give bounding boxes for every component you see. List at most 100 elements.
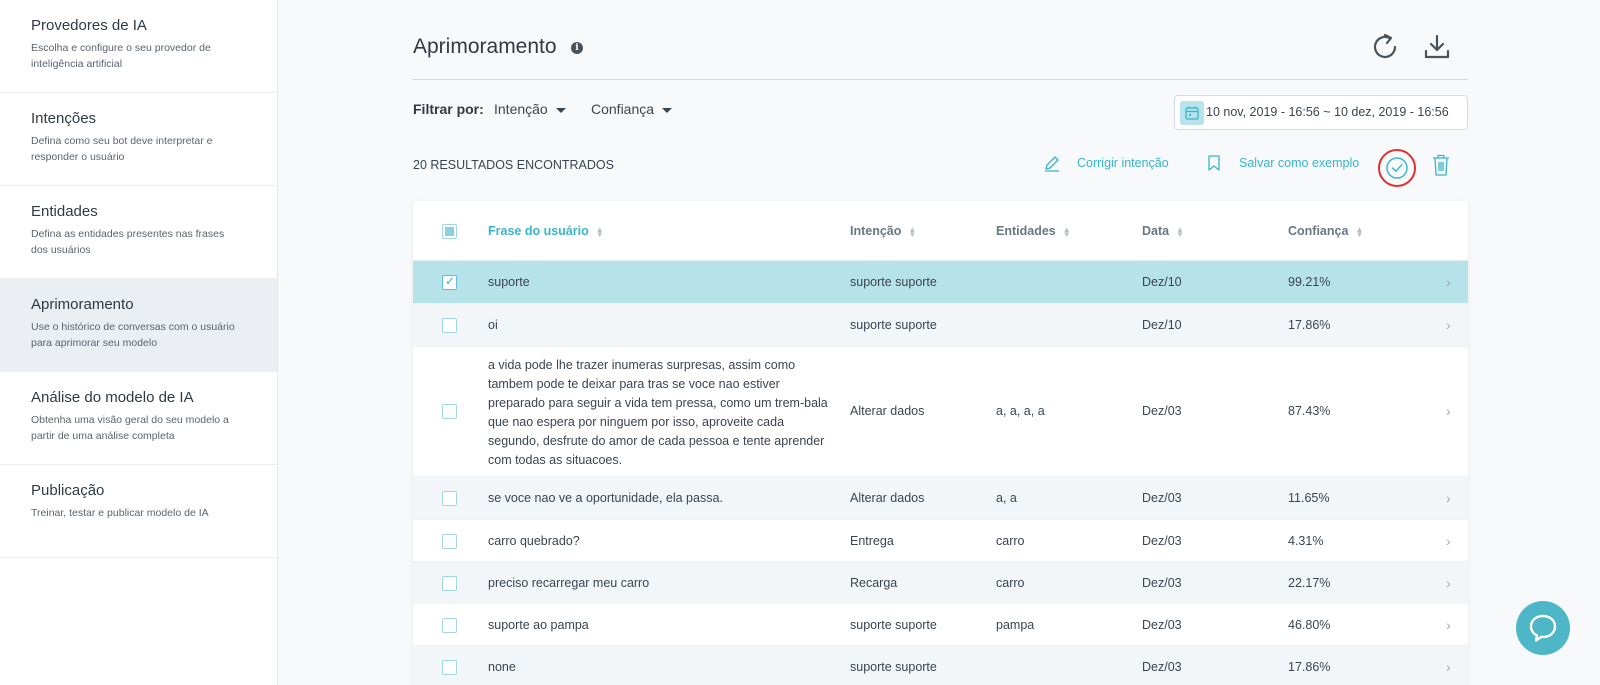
- row-confidence: 17.86%: [1288, 660, 1331, 674]
- row-intent: Recarga: [850, 576, 898, 590]
- table-row[interactable]: carro quebrado? Entrega carro Dez/03 4.3…: [413, 520, 1468, 562]
- table-row[interactable]: a vida pode lhe trazer inumeras surpresa…: [413, 347, 1468, 477]
- sort-icon: ▲ ▼: [595, 224, 604, 239]
- row-date: Dez/10: [1142, 275, 1182, 289]
- row-intent: Entrega: [850, 534, 894, 548]
- table-row[interactable]: se voce nao ve a oportunidade, ela passa…: [413, 477, 1468, 520]
- table-row[interactable]: suporte ao pampa suporte suporte pampa D…: [413, 604, 1468, 646]
- row-date: Dez/03: [1142, 660, 1182, 674]
- sort-icon: ▲ ▼: [908, 224, 917, 239]
- filter-label: Filtrar por:: [413, 101, 484, 117]
- chevron-right-icon[interactable]: ›: [1446, 575, 1451, 591]
- column-header-intent[interactable]: Intenção ▲ ▼: [850, 224, 917, 239]
- download-icon[interactable]: [1422, 32, 1452, 62]
- bookmark-icon[interactable]: [1204, 153, 1224, 173]
- chevron-right-icon[interactable]: ›: [1446, 617, 1451, 633]
- column-header-confidence[interactable]: Confiança ▲ ▼: [1288, 224, 1364, 239]
- chat-bubble-icon: [1529, 614, 1557, 642]
- save-example-button[interactable]: Salvar como exemplo: [1239, 156, 1359, 170]
- row-checkbox[interactable]: [442, 274, 457, 290]
- info-icon[interactable]: i: [571, 42, 583, 54]
- sidebar-item-title: Publicação: [31, 482, 105, 499]
- row-confidence: 99.21%: [1288, 275, 1331, 289]
- row-checkbox[interactable]: [442, 618, 457, 633]
- column-header-label: Confiança: [1288, 224, 1349, 238]
- row-phrase: suporte: [488, 275, 530, 289]
- page-header: Aprimoramento i: [413, 32, 1468, 80]
- sidebar-item-analise[interactable]: Análise do modelo de IA Obtenha uma visã…: [0, 372, 277, 465]
- column-header-phrase[interactable]: Frase do usuário ▲ ▼: [488, 224, 604, 239]
- chevron-right-icon[interactable]: ›: [1446, 490, 1451, 506]
- sidebar-item-entidades[interactable]: Entidades Defina as entidades presentes …: [0, 186, 277, 279]
- intent-filter-dropdown[interactable]: Intenção: [494, 101, 566, 117]
- chevron-right-icon[interactable]: ›: [1446, 659, 1451, 675]
- sidebar-item-desc: Defina as entidades presentes nas frases…: [31, 228, 225, 256]
- sidebar-item-provedores[interactable]: Provedores de IA Escolha e configure o s…: [0, 0, 277, 93]
- row-checkbox[interactable]: [442, 318, 457, 333]
- pencil-icon[interactable]: [1042, 153, 1062, 173]
- sidebar-item-desc: Use o histórico de conversas com o usuár…: [31, 321, 235, 349]
- check-circle-icon: [1386, 157, 1408, 179]
- trash-icon[interactable]: [1430, 153, 1452, 177]
- sidebar-item-aprimoramento[interactable]: Aprimoramento Use o histórico de convers…: [0, 279, 277, 372]
- results-count: 20 RESULTADOS ENCONTRADOS: [413, 158, 614, 172]
- caret-down-icon: [662, 107, 673, 113]
- select-all-checkbox[interactable]: [442, 224, 457, 239]
- sidebar-item-desc: Treinar, testar e publicar modelo de IA: [31, 507, 209, 519]
- sidebar-item-desc: Escolha e configure o seu provedor de in…: [31, 42, 211, 70]
- date-range-text: 10 nov, 2019 - 16:56 ~ 10 dez, 2019 - 16…: [1206, 105, 1449, 119]
- row-confidence: 22.17%: [1288, 576, 1331, 590]
- sort-icon: ▲ ▼: [1355, 224, 1364, 239]
- row-date: Dez/03: [1142, 491, 1182, 505]
- row-checkbox[interactable]: [442, 534, 457, 549]
- column-header-label: Entidades: [996, 224, 1056, 238]
- table-row[interactable]: none suporte suporte Dez/03 17.86% ›: [413, 646, 1468, 685]
- row-date: Dez/03: [1142, 576, 1182, 590]
- table-row[interactable]: preciso recarregar meu carro Recarga car…: [413, 562, 1468, 604]
- row-checkbox[interactable]: [442, 660, 457, 675]
- chat-button[interactable]: [1516, 601, 1570, 655]
- refresh-icon[interactable]: [1370, 32, 1400, 62]
- row-checkbox[interactable]: [442, 404, 457, 419]
- row-phrase: se voce nao ve a oportunidade, ela passa…: [488, 491, 723, 505]
- row-date: Dez/03: [1142, 534, 1182, 548]
- column-header-date[interactable]: Data ▲ ▼: [1142, 224, 1185, 239]
- sort-icon: ▲ ▼: [1176, 224, 1185, 239]
- row-phrase: a vida pode lhe trazer inumeras surpresa…: [488, 358, 828, 467]
- row-intent: suporte suporte: [850, 660, 937, 674]
- row-phrase: carro quebrado?: [488, 534, 580, 548]
- column-header-label: Frase do usuário: [488, 224, 589, 238]
- chevron-right-icon[interactable]: ›: [1446, 317, 1451, 333]
- filter-bar: Filtrar por: Intenção Confiança 10 nov, …: [413, 95, 1468, 138]
- chevron-right-icon[interactable]: ›: [1446, 403, 1451, 419]
- row-checkbox[interactable]: [442, 491, 457, 506]
- row-phrase: preciso recarregar meu carro: [488, 576, 650, 590]
- fix-intent-button[interactable]: Corrigir intenção: [1077, 156, 1169, 170]
- row-confidence: 87.43%: [1288, 404, 1331, 418]
- row-phrase: oi: [488, 318, 498, 332]
- table-row[interactable]: oi suporte suporte Dez/10 17.86% ›: [413, 304, 1468, 347]
- chevron-right-icon[interactable]: ›: [1446, 533, 1451, 549]
- chevron-right-icon[interactable]: ›: [1446, 274, 1451, 290]
- approve-button[interactable]: [1378, 149, 1416, 187]
- row-confidence: 46.80%: [1288, 618, 1331, 632]
- confidence-filter-dropdown[interactable]: Confiança: [591, 101, 673, 117]
- row-confidence: 4.31%: [1288, 534, 1324, 548]
- row-checkbox[interactable]: [442, 576, 457, 591]
- row-confidence: 11.65%: [1288, 491, 1330, 505]
- results-table: Frase do usuário ▲ ▼ Intenção ▲ ▼ Entidades ▲…: [413, 201, 1468, 685]
- sidebar-item-intencoes[interactable]: Intenções Defina como seu bot deve inter…: [0, 93, 277, 186]
- actions-bar: 20 RESULTADOS ENCONTRADOS Corrigir inten…: [413, 149, 1468, 187]
- row-entities: carro: [996, 576, 1025, 590]
- sidebar-item-publicacao[interactable]: Publicação Treinar, testar e publicar mo…: [0, 465, 277, 558]
- row-entities: a, a, a, a: [996, 404, 1045, 418]
- date-range-picker[interactable]: 10 nov, 2019 - 16:56 ~ 10 dez, 2019 - 16…: [1174, 95, 1468, 130]
- row-intent: Alterar dados: [850, 491, 925, 505]
- row-entities: a, a: [996, 491, 1017, 505]
- row-confidence: 17.86%: [1288, 318, 1331, 332]
- row-intent: Alterar dados: [850, 404, 925, 418]
- column-header-entities[interactable]: Entidades ▲ ▼: [996, 224, 1071, 238]
- table-row[interactable]: suporte suporte suporte Dez/10 99.21% ›: [413, 261, 1468, 304]
- intent-filter-label: Intenção: [494, 101, 548, 117]
- row-intent: suporte suporte: [850, 318, 937, 332]
